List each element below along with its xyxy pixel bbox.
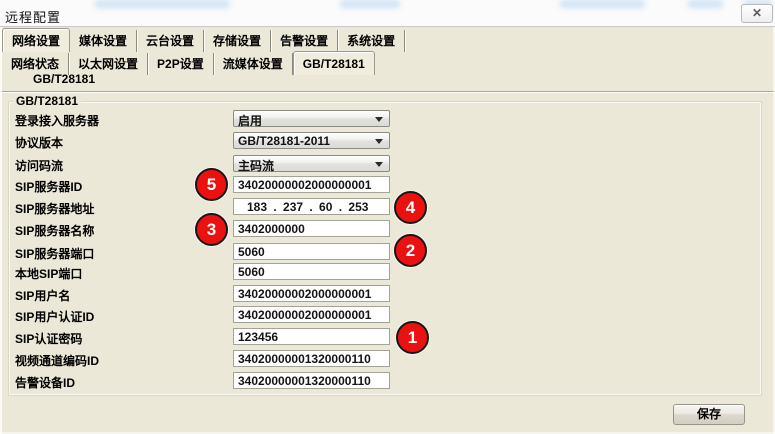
chevron-down-icon bbox=[375, 162, 383, 167]
sip-server-address-input[interactable] bbox=[233, 198, 390, 215]
login-access-server-select[interactable]: 启用 bbox=[233, 110, 390, 127]
sip-server-port-input[interactable] bbox=[233, 243, 390, 260]
selected-value: 启用 bbox=[238, 112, 262, 129]
sip-user-auth-id-input[interactable] bbox=[233, 306, 390, 323]
close-button[interactable]: ✕ bbox=[741, 4, 773, 23]
remote-config-dialog: 远程配置 ✕ 网络设置 媒体设置 云台设置 存储设置 告警设置 系统设置 网络状… bbox=[0, 0, 775, 434]
titlebar-blur-decoration bbox=[95, 0, 230, 8]
tab-p2p-settings[interactable]: P2P设置 bbox=[148, 53, 214, 75]
field-label-local-sip-port: 本地SIP端口 bbox=[15, 265, 82, 282]
selected-value: 主码流 bbox=[238, 157, 274, 174]
tab-gbt28181[interactable]: GB/T28181 bbox=[293, 51, 375, 75]
field-label-alarm-device-id: 告警设备ID bbox=[15, 374, 75, 391]
video-channel-id-input[interactable] bbox=[233, 350, 390, 367]
sip-server-name-input[interactable] bbox=[233, 220, 390, 237]
window-frame-edge bbox=[0, 27, 2, 434]
close-icon: ✕ bbox=[752, 6, 762, 20]
field-label-login-access-server: 登录接入服务器 bbox=[15, 112, 99, 129]
field-label-sip-server-id: SIP服务器ID bbox=[15, 178, 82, 195]
tab-stream-media-settings[interactable]: 流媒体设置 bbox=[214, 53, 293, 75]
save-button[interactable]: 保存 bbox=[673, 404, 745, 425]
titlebar-blur-decoration bbox=[688, 0, 723, 8]
page-heading: GB/T28181 bbox=[33, 72, 95, 86]
field-label-sip-server-name: SIP服务器名称 bbox=[15, 222, 94, 239]
tab-storage-settings[interactable]: 存储设置 bbox=[204, 30, 271, 52]
field-label-video-channel-id: 视频通道编码ID bbox=[15, 352, 99, 369]
sip-server-id-input[interactable] bbox=[233, 176, 390, 193]
local-sip-port-input[interactable] bbox=[233, 263, 390, 280]
primary-tab-strip: 网络设置 媒体设置 云台设置 存储设置 告警设置 系统设置 bbox=[2, 30, 405, 52]
tab-system-settings[interactable]: 系统设置 bbox=[338, 30, 405, 52]
field-label-sip-server-address: SIP服务器地址 bbox=[15, 200, 94, 217]
protocol-version-select[interactable]: GB/T28181-2011 bbox=[233, 132, 390, 149]
separator-line bbox=[0, 91, 775, 93]
annotation-circle-1: 1 bbox=[396, 321, 429, 354]
tab-network-settings[interactable]: 网络设置 bbox=[2, 28, 70, 52]
field-label-sip-auth-password: SIP认证密码 bbox=[15, 330, 82, 347]
access-stream-select[interactable]: 主码流 bbox=[233, 155, 390, 172]
tab-media-settings[interactable]: 媒体设置 bbox=[70, 30, 137, 52]
annotation-circle-4: 4 bbox=[394, 191, 427, 224]
field-label-sip-user-auth-id: SIP用户认证ID bbox=[15, 308, 94, 325]
field-label-protocol-version: 协议版本 bbox=[15, 134, 63, 151]
chevron-down-icon bbox=[375, 117, 383, 122]
annotation-circle-5: 5 bbox=[195, 168, 228, 201]
window-title: 远程配置 bbox=[5, 7, 61, 26]
sip-username-input[interactable] bbox=[233, 285, 390, 302]
annotation-circle-3: 3 bbox=[195, 213, 228, 246]
groupbox-label: GB/T28181 bbox=[13, 94, 81, 108]
field-label-access-stream: 访问码流 bbox=[15, 157, 63, 174]
tab-alarm-settings[interactable]: 告警设置 bbox=[271, 30, 338, 52]
field-label-sip-username: SIP用户名 bbox=[15, 287, 70, 304]
tab-ptz-settings[interactable]: 云台设置 bbox=[137, 30, 204, 52]
titlebar: 远程配置 ✕ bbox=[0, 0, 775, 27]
sip-auth-password-input[interactable] bbox=[233, 328, 390, 345]
chevron-down-icon bbox=[375, 139, 383, 144]
titlebar-blur-decoration bbox=[340, 0, 400, 8]
alarm-device-id-input[interactable] bbox=[233, 372, 390, 389]
titlebar-blur-decoration bbox=[560, 0, 645, 8]
field-label-sip-server-port: SIP服务器端口 bbox=[15, 245, 94, 262]
selected-value: GB/T28181-2011 bbox=[238, 134, 330, 148]
annotation-circle-2: 2 bbox=[394, 234, 427, 267]
